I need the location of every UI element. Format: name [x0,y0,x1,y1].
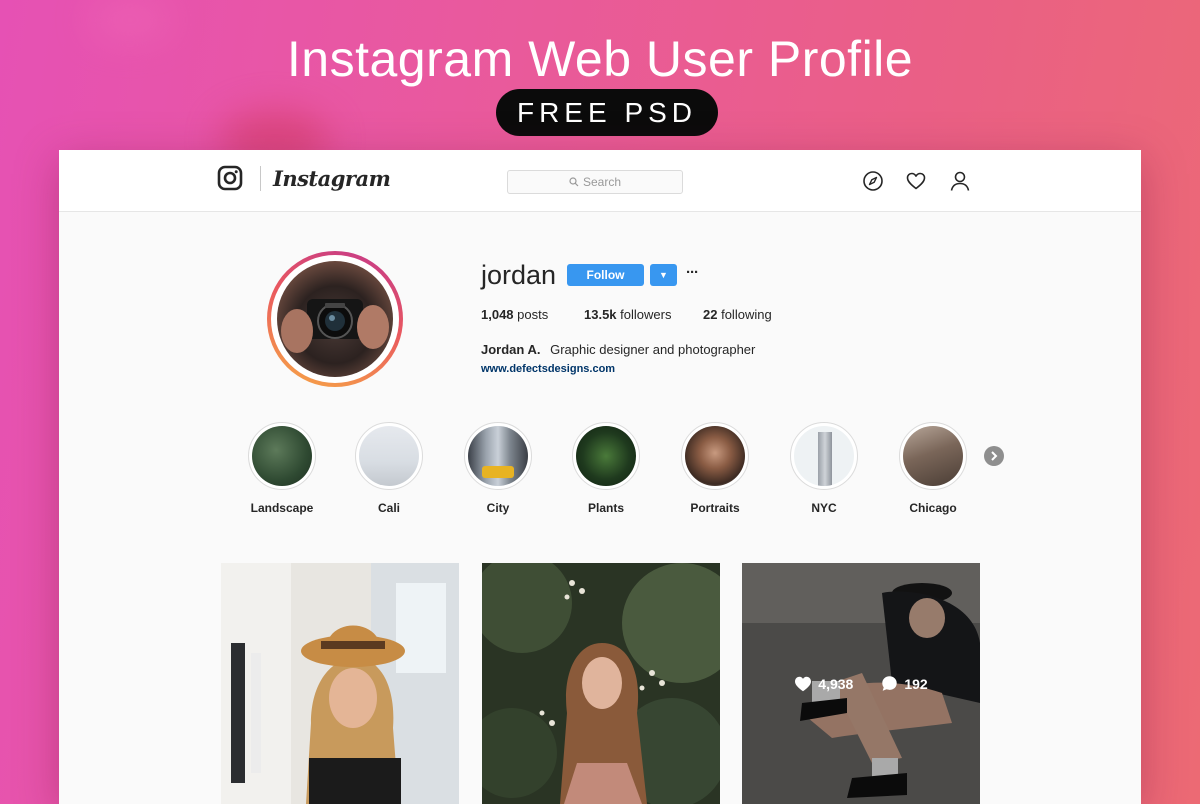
chevron-right-icon [991,451,998,461]
heart-filled-icon [795,676,812,691]
highlight-ring [464,422,532,490]
compass-icon[interactable] [862,170,884,192]
post-likes-count: 4,938 [818,675,854,692]
highlight-label: NYC [811,501,837,515]
highlight-ring [572,422,640,490]
posts-count: 1,048 posts [481,307,584,322]
followers-number: 13.5k [584,307,617,322]
highlight-ring [790,422,858,490]
camera-photo-illustration [281,299,389,353]
search-placeholder: Search [582,175,622,189]
highlight-thumbnail [252,426,312,486]
following-label: following [721,307,772,322]
suggestions-dropdown-button[interactable]: ▼ [650,264,677,286]
profile-avatar[interactable] [267,251,403,387]
post-hover-overlay: 4,938 192 [742,563,980,804]
taxi-shape [482,466,514,478]
profile-username: jordan [481,260,557,290]
highlight-label: Portraits [690,501,740,515]
free-psd-badge: FREE PSD [496,89,718,136]
highlight-label: City [486,501,510,515]
highlight-chicago[interactable]: Chicago [898,422,968,515]
post-comments-count: 192 [904,675,928,692]
browser-window: Instagram Search jordan Follow ▼ ··· 1,0… [59,150,1141,804]
highlight-nyc[interactable]: NYC [789,422,859,515]
person-icon[interactable] [949,170,971,192]
following-count[interactable]: 22 following [703,307,772,322]
highlight-label: Plants [587,501,624,515]
highlight-ring [248,422,316,490]
highlight-label: Landscape [250,501,314,515]
followers-count[interactable]: 13.5k followers [584,307,703,322]
highlights-next-button[interactable] [984,446,1004,466]
more-options-button[interactable]: ··· [686,264,699,281]
instagram-glyph-icon[interactable] [217,165,243,191]
post-photo-hat-woman [221,563,459,804]
highlight-thumbnail [468,426,528,486]
profile-stats: 1,048 posts 13.5k followers 22 following [481,307,772,322]
highlight-label: Chicago [909,501,957,515]
profile-bio: Jordan A. Graphic designer and photograp… [481,342,755,357]
highlight-thumbnail [794,426,854,486]
highlight-plants[interactable]: Plants [571,422,641,515]
highlight-thumbnail [576,426,636,486]
highlight-city[interactable]: City [463,422,533,515]
follow-button[interactable]: Follow [567,264,644,286]
highlight-landscape[interactable]: Landscape [247,422,317,515]
following-number: 22 [703,307,718,322]
avatar-photo [277,261,393,377]
profile-full-name: Jordan A. [481,342,541,357]
post-likes: 4,938 [794,676,853,692]
highlight-ring [899,422,967,490]
post-tile[interactable] [221,563,459,804]
heart-icon[interactable] [905,170,927,192]
top-navigation-bar: Instagram Search [59,150,1141,212]
profile-bio-text: Graphic designer and photographer [550,342,756,357]
comment-bubble-icon [882,676,898,691]
posts-number: 1,048 [481,307,514,322]
logo-divider [260,166,261,191]
post-tile[interactable]: 4,938 192 [742,563,980,804]
banner-title: Instagram Web User Profile [286,31,914,87]
search-input[interactable]: Search [507,170,683,194]
highlight-thumbnail [359,426,419,486]
highlight-portraits[interactable]: Portraits [680,422,750,515]
highlight-ring [681,422,749,490]
post-comments: 192 [881,675,928,692]
posts-label: posts [517,307,549,322]
instagram-wordmark[interactable]: Instagram [273,166,391,191]
highlight-cali[interactable]: Cali [354,422,424,515]
highlight-thumbnail [903,426,963,486]
search-icon [569,177,579,187]
post-tile[interactable] [482,563,720,804]
building-shape [818,432,832,486]
profile-website-link[interactable]: www.defectsdesigns.com [481,363,615,375]
followers-label: followers [620,307,672,322]
highlight-label: Cali [377,501,400,515]
post-photo-forest-woman [482,563,720,804]
highlight-ring [355,422,423,490]
highlight-thumbnail [685,426,745,486]
